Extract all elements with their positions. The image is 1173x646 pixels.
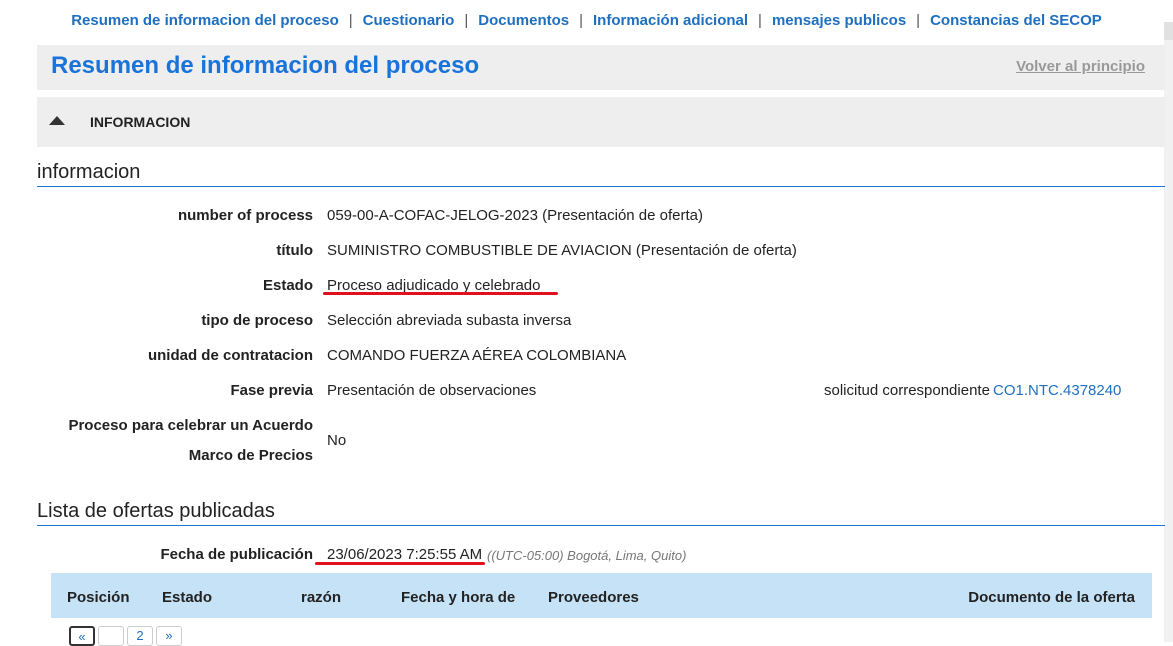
ofertas-table-header: Posición Estado razón Fecha y hora de Pr… (51, 573, 1152, 618)
informacion-section-header[interactable]: INFORMACION (37, 97, 1165, 147)
tipo-de-proceso-label: tipo de proceso (201, 312, 313, 329)
nav-link-resumen[interactable]: Resumen de informacion del proceso (71, 12, 339, 29)
pagination-first[interactable]: « (69, 626, 95, 646)
column-header-fecha-hora[interactable]: Fecha y hora de (401, 589, 515, 606)
timezone-note: ((UTC-05:00) Bogotá, Lima, Quito) (487, 548, 687, 563)
number-of-process-label: number of process (177, 207, 313, 224)
fase-previa-label: Fase previa (230, 382, 313, 399)
nav-link-constancias[interactable]: Constancias del SECOP (930, 12, 1102, 29)
fecha-publicacion-label: Fecha de publicación (160, 546, 313, 563)
column-header-estado[interactable]: Estado (162, 589, 212, 606)
lista-ofertas-heading: Lista de ofertas publicadas (37, 500, 1165, 526)
unidad-de-contratacion-label: unidad de contratacion (147, 347, 313, 364)
nav-separator: | (579, 11, 584, 29)
page-title: Resumen de informacion del proceso (51, 52, 480, 79)
nav-link-mensajes-publicos[interactable]: mensajes publicos (772, 12, 906, 29)
nav-link-cuestionario[interactable]: Cuestionario (363, 12, 455, 29)
fecha-publicacion-value: 23/06/2023 7:25:55 AM (327, 546, 483, 563)
column-header-proveedores[interactable]: Proveedores (548, 589, 639, 606)
unidad-de-contratacion-value: COMANDO FUERZA AÉREA COLOMBIANA (327, 347, 627, 364)
nav-separator: | (348, 11, 353, 29)
pagination-page-1[interactable] (98, 626, 124, 646)
nav-separator: | (758, 11, 762, 29)
collapse-triangle-icon[interactable] (49, 116, 65, 125)
column-header-razon[interactable]: razón (301, 589, 341, 606)
nav-separator: | (916, 11, 921, 29)
pagination-next[interactable]: » (156, 626, 182, 646)
informacion-heading: informacion (37, 161, 1165, 187)
scroll-up-arrow[interactable] (1164, 22, 1173, 40)
acuerdo-marco-label-line1: Proceso para celebrar un Acuerdo (68, 417, 313, 434)
titulo-label: título (276, 242, 313, 259)
nav-link-documentos[interactable]: Documentos (478, 12, 569, 29)
nav-separator: | (464, 11, 469, 29)
estado-highlight-underline (323, 292, 558, 295)
top-navigation: Resumen de informacion del proceso | Cue… (0, 0, 1173, 40)
back-to-top-link[interactable]: Volver al principio (1016, 58, 1145, 75)
page-title-bar: Resumen de informacion del proceso Volve… (37, 45, 1165, 90)
column-header-posicion[interactable]: Posición (67, 589, 130, 606)
nav-link-informacion-adicional[interactable]: Información adicional (593, 12, 748, 29)
titulo-value: SUMINISTRO COMBUSTIBLE DE AVIACION (Pres… (327, 242, 797, 259)
estado-label: Estado (262, 277, 313, 294)
vertical-scrollbar[interactable] (1164, 22, 1173, 642)
acuerdo-marco-value: No (327, 432, 347, 449)
fecha-highlight-underline (315, 562, 485, 565)
number-of-process-value: 059-00-A-COFAC-JELOG-2023 (Presentación … (327, 207, 704, 224)
solicitud-correspondiente-link[interactable]: CO1.NTC.4378240 (993, 382, 1121, 399)
section-label: INFORMACION (90, 114, 191, 130)
tipo-de-proceso-value: Selección abreviada subasta inversa (327, 312, 572, 329)
solicitud-correspondiente-label: solicitud correspondiente (824, 382, 990, 399)
pagination-page-2[interactable]: 2 (127, 626, 153, 646)
column-header-documento-oferta[interactable]: Documento de la oferta (968, 589, 1135, 606)
fase-previa-value: Presentación de observaciones (327, 382, 537, 399)
acuerdo-marco-label-line2: Marco de Precios (188, 447, 313, 464)
